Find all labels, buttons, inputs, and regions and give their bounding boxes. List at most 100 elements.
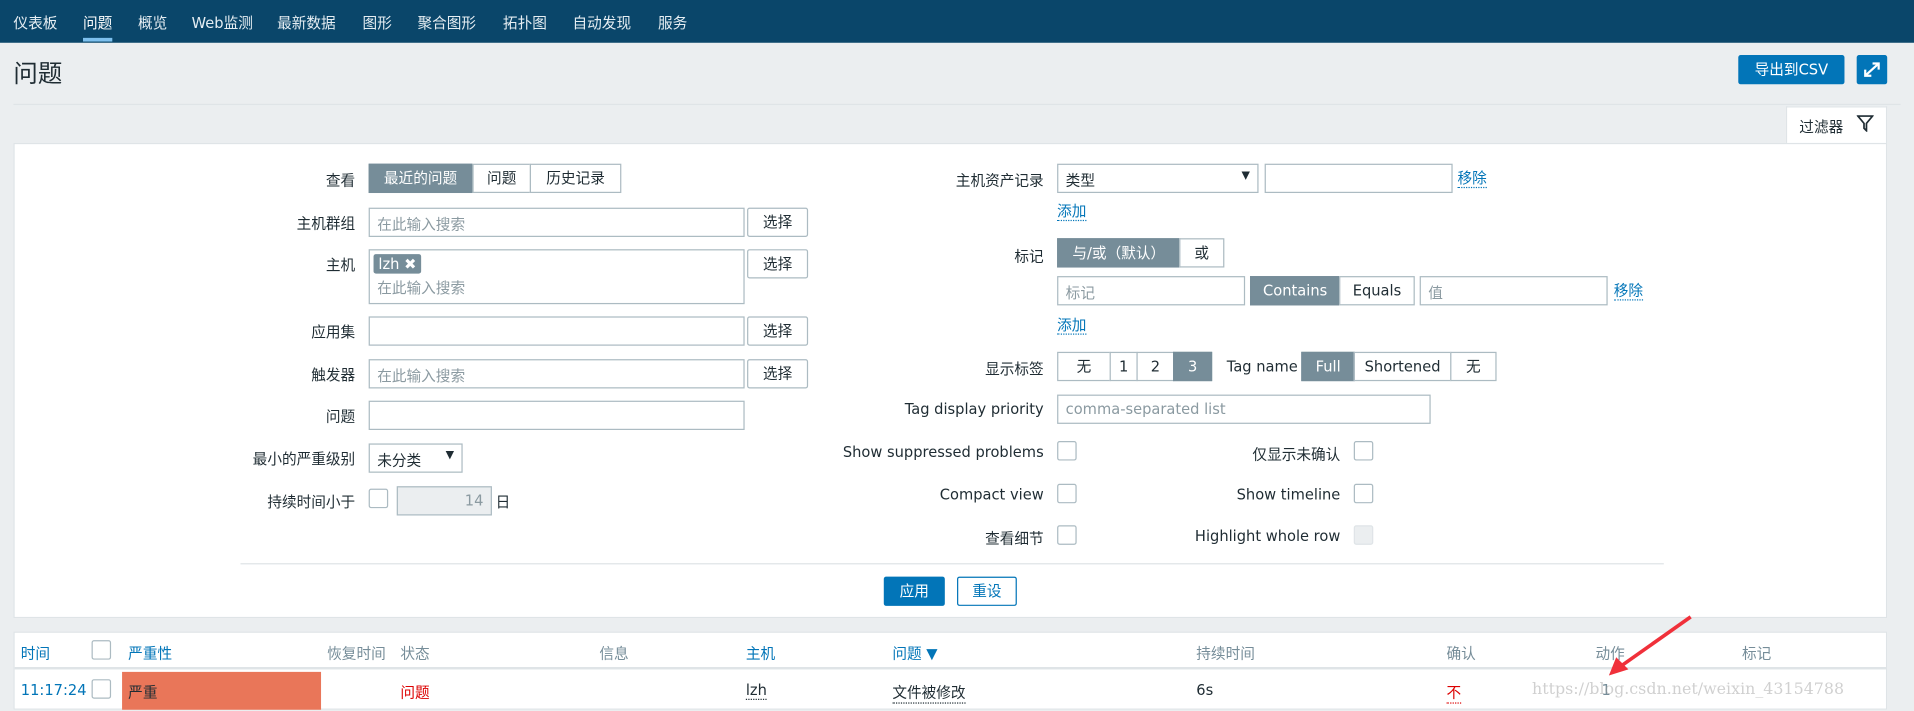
select-all-checkbox[interactable] — [91, 640, 112, 660]
tag-name-shortened[interactable]: Shortened — [1353, 351, 1452, 382]
host-tag: lzh ✖ — [373, 254, 422, 274]
host-tag-label: lzh — [378, 255, 400, 273]
col-severity[interactable]: 严重性 — [128, 643, 172, 664]
divider — [13, 103, 1901, 106]
nav-discovery[interactable]: 自动发现 — [573, 12, 632, 33]
nav-graphs[interactable]: 图形 — [363, 12, 392, 33]
inventory-label: 主机资产记录 — [955, 172, 1044, 190]
filter-panel: 查看 最近的问题 问题 历史记录 主机群组 在此输入搜索 选择 主机 lzh ✖… — [13, 142, 1888, 619]
funnel-icon — [1856, 115, 1874, 132]
fullscreen-button[interactable] — [1856, 54, 1888, 85]
hosts-input[interactable]: lzh ✖ 在此输入搜索 — [368, 249, 745, 305]
col-problem[interactable]: 问题 ▼ — [892, 643, 937, 664]
tag-value-input[interactable]: 值 — [1419, 276, 1608, 306]
hosts-label: 主机 — [325, 256, 356, 274]
nav-latest-data[interactable]: 最新数据 — [277, 12, 336, 33]
inventory-add-link[interactable]: 添加 — [1057, 203, 1087, 222]
age-input[interactable]: 14 — [396, 486, 492, 516]
triggers-select-button[interactable]: 选择 — [747, 359, 809, 389]
row-host-link[interactable]: lzh — [745, 682, 767, 700]
filter-tab[interactable]: 过滤器 — [1785, 106, 1888, 145]
compact-view-checkbox[interactable] — [1057, 483, 1077, 504]
details-label: 查看细节 — [985, 530, 1044, 548]
age-checkbox[interactable] — [368, 488, 389, 509]
show-tags-label: 显示标签 — [985, 360, 1044, 378]
min-severity-label: 最小的严重级别 — [252, 450, 356, 468]
inventory-field-value: 类型 — [1065, 172, 1095, 190]
unack-only-checkbox[interactable] — [1353, 440, 1374, 461]
row-ack-link[interactable]: 不 — [1446, 682, 1462, 704]
row-severity: 严重 — [128, 684, 158, 702]
show-tags-3[interactable]: 3 — [1173, 351, 1213, 382]
dropdown-arrow-icon: ▼ — [1241, 169, 1250, 183]
details-checkbox[interactable] — [1057, 525, 1077, 545]
tag-add-link[interactable]: 添加 — [1057, 316, 1087, 335]
inventory-remove-link[interactable]: 移除 — [1457, 170, 1487, 189]
nav-services[interactable]: 服务 — [658, 12, 687, 33]
host-groups-select-button[interactable]: 选择 — [747, 207, 809, 237]
row-checkbox[interactable] — [91, 679, 112, 699]
apply-button[interactable]: 应用 — [883, 576, 945, 606]
age-label: 持续时间小于 — [267, 493, 356, 511]
application-select-button[interactable]: 选择 — [747, 316, 809, 346]
row-status: 问题 — [400, 684, 430, 702]
hosts-select-button[interactable]: 选择 — [747, 249, 809, 279]
show-tags-2[interactable]: 2 — [1136, 351, 1175, 382]
show-tags-1[interactable]: 1 — [1109, 351, 1138, 382]
unack-only-label: 仅显示未确认 — [1252, 445, 1341, 463]
row-duration: 6s — [1196, 681, 1214, 699]
nav-problems[interactable]: 问题 — [83, 12, 112, 33]
inventory-value-input[interactable] — [1264, 163, 1453, 194]
row-time-link[interactable]: 11:17:24 — [21, 682, 87, 699]
nav-overview[interactable]: 概览 — [138, 12, 167, 33]
highlight-row-checkbox[interactable] — [1353, 525, 1374, 545]
view-recent-problems[interactable]: 最近的问题 — [368, 163, 473, 194]
tag-name-input[interactable]: 标记 — [1057, 276, 1246, 306]
tag-name-full[interactable]: Full — [1301, 351, 1355, 382]
nav-web[interactable]: Web监测 — [192, 12, 253, 33]
problem-input[interactable] — [368, 400, 745, 431]
view-label: 查看 — [325, 172, 356, 190]
col-ack: 确认 — [1446, 645, 1476, 663]
min-severity-select[interactable]: 未分类 ▼ — [368, 443, 463, 473]
export-csv-button[interactable]: 导出到CSV — [1738, 54, 1845, 85]
inventory-field-select[interactable]: 类型 ▼ — [1057, 163, 1259, 194]
tag-priority-input[interactable]: comma-separated list — [1057, 394, 1431, 424]
age-unit: 日 — [495, 493, 511, 511]
remove-tag-icon[interactable]: ✖ — [404, 255, 416, 272]
filter-tab-label: 过滤器 — [1799, 118, 1844, 136]
view-problems[interactable]: 问题 — [472, 163, 532, 194]
nav-screens[interactable]: 聚合图形 — [417, 12, 476, 33]
nav-dashboard[interactable]: 仪表板 — [13, 12, 57, 33]
row-problem-link[interactable]: 文件被修改 — [892, 682, 966, 704]
show-timeline-checkbox[interactable] — [1353, 483, 1374, 504]
application-label: 应用集 — [311, 323, 356, 341]
highlight-row-label: Highlight whole row — [1194, 527, 1341, 545]
tag-equals-option[interactable]: Equals — [1339, 276, 1415, 306]
triggers-input[interactable]: 在此输入搜索 — [368, 359, 745, 389]
compact-view-label: Compact view — [939, 486, 1044, 504]
tags-and-or-option[interactable]: 与/或（默认） — [1057, 238, 1181, 268]
reset-button[interactable]: 重设 — [957, 576, 1017, 606]
col-status: 状态 — [400, 645, 430, 663]
tag-contains-option[interactable]: Contains — [1249, 276, 1341, 306]
show-tags-none[interactable]: 无 — [1057, 351, 1111, 382]
show-suppressed-checkbox[interactable] — [1057, 440, 1077, 461]
dropdown-arrow-icon: ▼ — [445, 449, 455, 462]
col-info: 信息 — [599, 645, 629, 663]
top-nav: 仪表板 问题 概览 Web监测 最新数据 图形 聚合图形 拓扑图 自动发现 服务 — [0, 0, 1914, 43]
tag-name-none[interactable]: 无 — [1450, 351, 1497, 382]
problem-label: 问题 — [325, 408, 356, 426]
col-duration: 持续时间 — [1196, 645, 1255, 663]
col-time[interactable]: 时间 — [21, 643, 50, 664]
col-host[interactable]: 主机 — [746, 643, 775, 664]
hosts-placeholder: 在此输入搜索 — [377, 279, 466, 297]
expand-icon — [1864, 62, 1880, 77]
tag-remove-link[interactable]: 移除 — [1613, 282, 1644, 301]
nav-maps[interactable]: 拓扑图 — [503, 12, 547, 33]
host-groups-input[interactable]: 在此输入搜索 — [368, 207, 745, 237]
view-history[interactable]: 历史记录 — [529, 163, 622, 194]
application-input[interactable] — [368, 316, 745, 346]
tags-or-option[interactable]: 或 — [1179, 238, 1225, 268]
host-groups-label: 主机群组 — [296, 215, 356, 233]
